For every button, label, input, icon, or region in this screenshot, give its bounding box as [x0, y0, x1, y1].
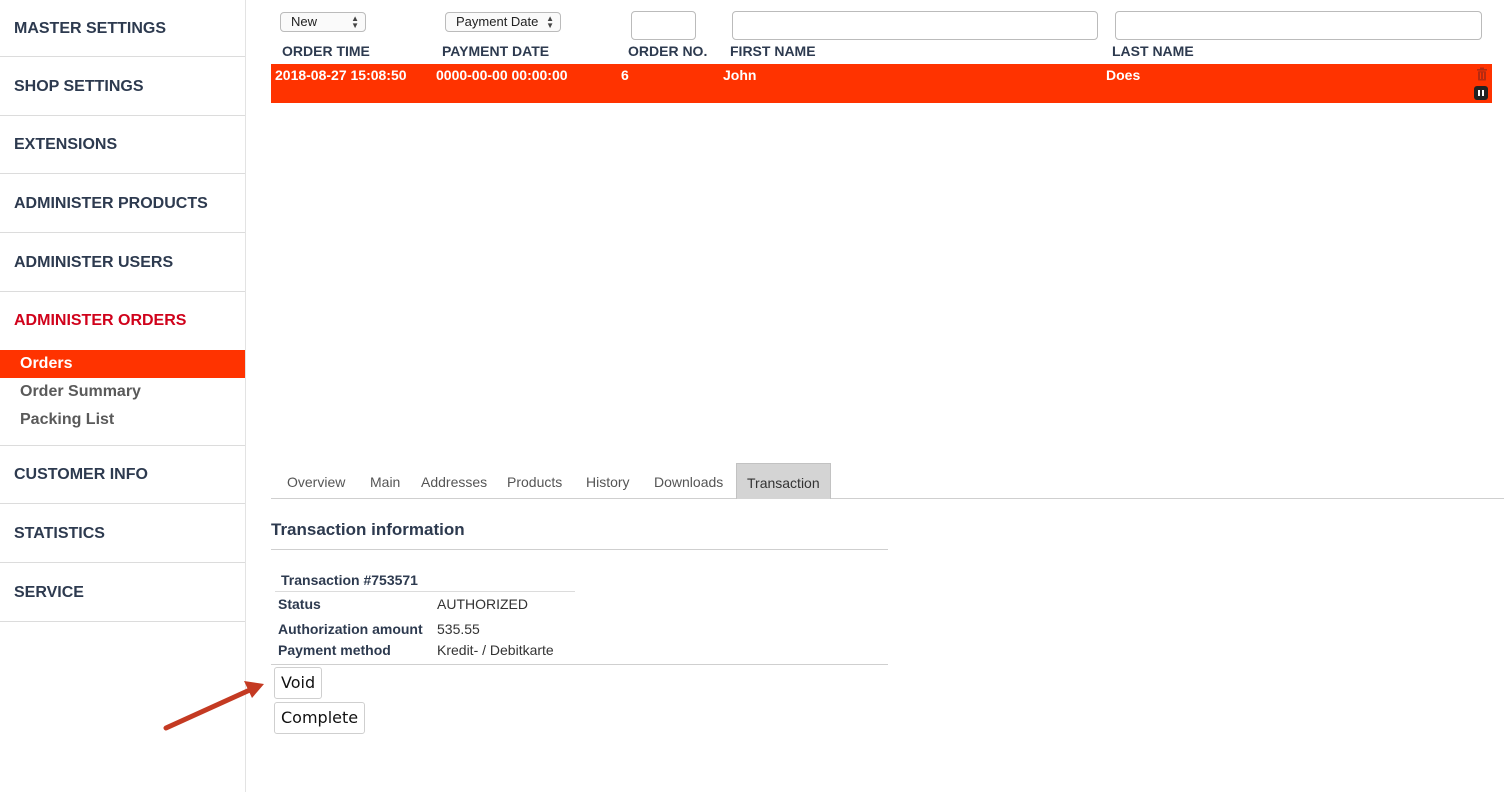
tab-addresses[interactable]: Addresses [411, 463, 497, 498]
sidebar-item-orders[interactable]: Orders [0, 350, 245, 378]
nav-administer-orders[interactable]: ADMINISTER ORDERS [0, 292, 245, 350]
nav-section-administer-users[interactable]: ADMINISTER USERS [0, 233, 245, 292]
transaction-title: Transaction #753571 [281, 572, 418, 588]
sidebar-item-packing-list[interactable]: Packing List [0, 406, 245, 434]
authorization-amount-value: 535.55 [437, 621, 480, 637]
authorization-amount-label: Authorization amount [278, 621, 423, 637]
column-header-payment-date[interactable]: PAYMENT DATE [442, 43, 549, 59]
filter-bar: New ▲ ▼ Payment Date ▲ ▼ [246, 11, 1504, 41]
nav-master-settings[interactable]: MASTER SETTINGS [0, 0, 245, 57]
nav-section-administer-orders: ADMINISTER ORDERS Orders Order Summary P… [0, 292, 245, 446]
select-arrows-icon: ▲ ▼ [351, 14, 359, 30]
status-select-value: New [291, 14, 318, 29]
divider [271, 664, 888, 665]
cell-last-name: Does [1106, 67, 1141, 83]
order-detail-tabs: Overview Main Addresses Products History… [271, 463, 1504, 499]
tab-downloads[interactable]: Downloads [644, 463, 733, 498]
nav-section-master-settings[interactable]: MASTER SETTINGS [0, 0, 245, 57]
transaction-section-title: Transaction information [271, 520, 465, 539]
date-type-select[interactable]: Payment Date ▲ ▼ [445, 12, 561, 32]
tab-overview[interactable]: Overview [277, 463, 355, 498]
nav-section-administer-products[interactable]: ADMINISTER PRODUCTS [0, 174, 245, 233]
tab-history[interactable]: History [576, 463, 640, 498]
nav-section-extensions[interactable]: EXTENSIONS [0, 116, 245, 174]
date-type-select-value: Payment Date [456, 14, 539, 29]
order-no-filter-input[interactable] [631, 11, 696, 40]
status-select[interactable]: New ▲ ▼ [280, 12, 366, 32]
nav-section-shop-settings[interactable]: SHOP SETTINGS [0, 57, 245, 116]
pause-icon[interactable] [1474, 86, 1488, 100]
main-content: New ▲ ▼ Payment Date ▲ ▼ ORDER TIME PAYMEN… [246, 0, 1504, 792]
cell-order-no: 6 [621, 67, 629, 83]
void-button[interactable]: Void [274, 667, 323, 699]
payment-method-label: Payment method [278, 642, 391, 658]
nav-shop-settings[interactable]: SHOP SETTINGS [0, 57, 245, 116]
tab-transaction[interactable]: Transaction [736, 463, 831, 499]
sidebar-item-order-summary[interactable]: Order Summary [0, 378, 245, 406]
status-label: Status [278, 596, 321, 612]
complete-button[interactable]: Complete [274, 702, 366, 734]
nav-statistics[interactable]: STATISTICS [0, 504, 245, 563]
trash-icon[interactable] [1476, 67, 1488, 81]
column-header-first-name[interactable]: FIRST NAME [730, 43, 816, 59]
cell-first-name: John [723, 67, 757, 83]
select-arrows-icon: ▲ ▼ [546, 14, 554, 30]
nav-extensions[interactable]: EXTENSIONS [0, 116, 245, 174]
orders-submenu: Orders Order Summary Packing List [0, 350, 245, 448]
nav-administer-users[interactable]: ADMINISTER USERS [0, 233, 245, 292]
annotation-arrow-icon [163, 681, 264, 731]
tab-products[interactable]: Products [497, 463, 572, 498]
nav-section-statistics[interactable]: STATISTICS [0, 504, 245, 563]
column-header-last-name[interactable]: LAST NAME [1112, 43, 1194, 59]
sidebar: MASTER SETTINGS SHOP SETTINGS EXTENSIONS… [0, 0, 246, 792]
status-value: AUTHORIZED [437, 596, 528, 612]
nav-administer-products[interactable]: ADMINISTER PRODUCTS [0, 174, 245, 233]
last-name-filter-input[interactable] [1115, 11, 1482, 40]
divider [271, 549, 888, 550]
tab-main[interactable]: Main [360, 463, 410, 498]
nav-section-service[interactable]: SERVICE [0, 563, 245, 622]
column-header-order-time[interactable]: ORDER TIME [282, 43, 370, 59]
cell-order-time: 2018-08-27 15:08:50 [275, 67, 407, 83]
nav-service[interactable]: SERVICE [0, 563, 245, 622]
nav-customer-info[interactable]: CUSTOMER INFO [0, 446, 245, 504]
column-header-order-no[interactable]: ORDER NO. [628, 43, 707, 59]
table-row[interactable]: 2018-08-27 15:08:50 0000-00-00 00:00:00 … [271, 64, 1492, 103]
first-name-filter-input[interactable] [732, 11, 1098, 40]
order-table-header: ORDER TIME PAYMENT DATE ORDER NO. FIRST … [246, 43, 1504, 61]
cell-payment-date: 0000-00-00 00:00:00 [436, 67, 568, 83]
nav-section-customer-info[interactable]: CUSTOMER INFO [0, 446, 245, 504]
divider [275, 591, 575, 592]
payment-method-value: Kredit- / Debitkarte [437, 642, 554, 658]
